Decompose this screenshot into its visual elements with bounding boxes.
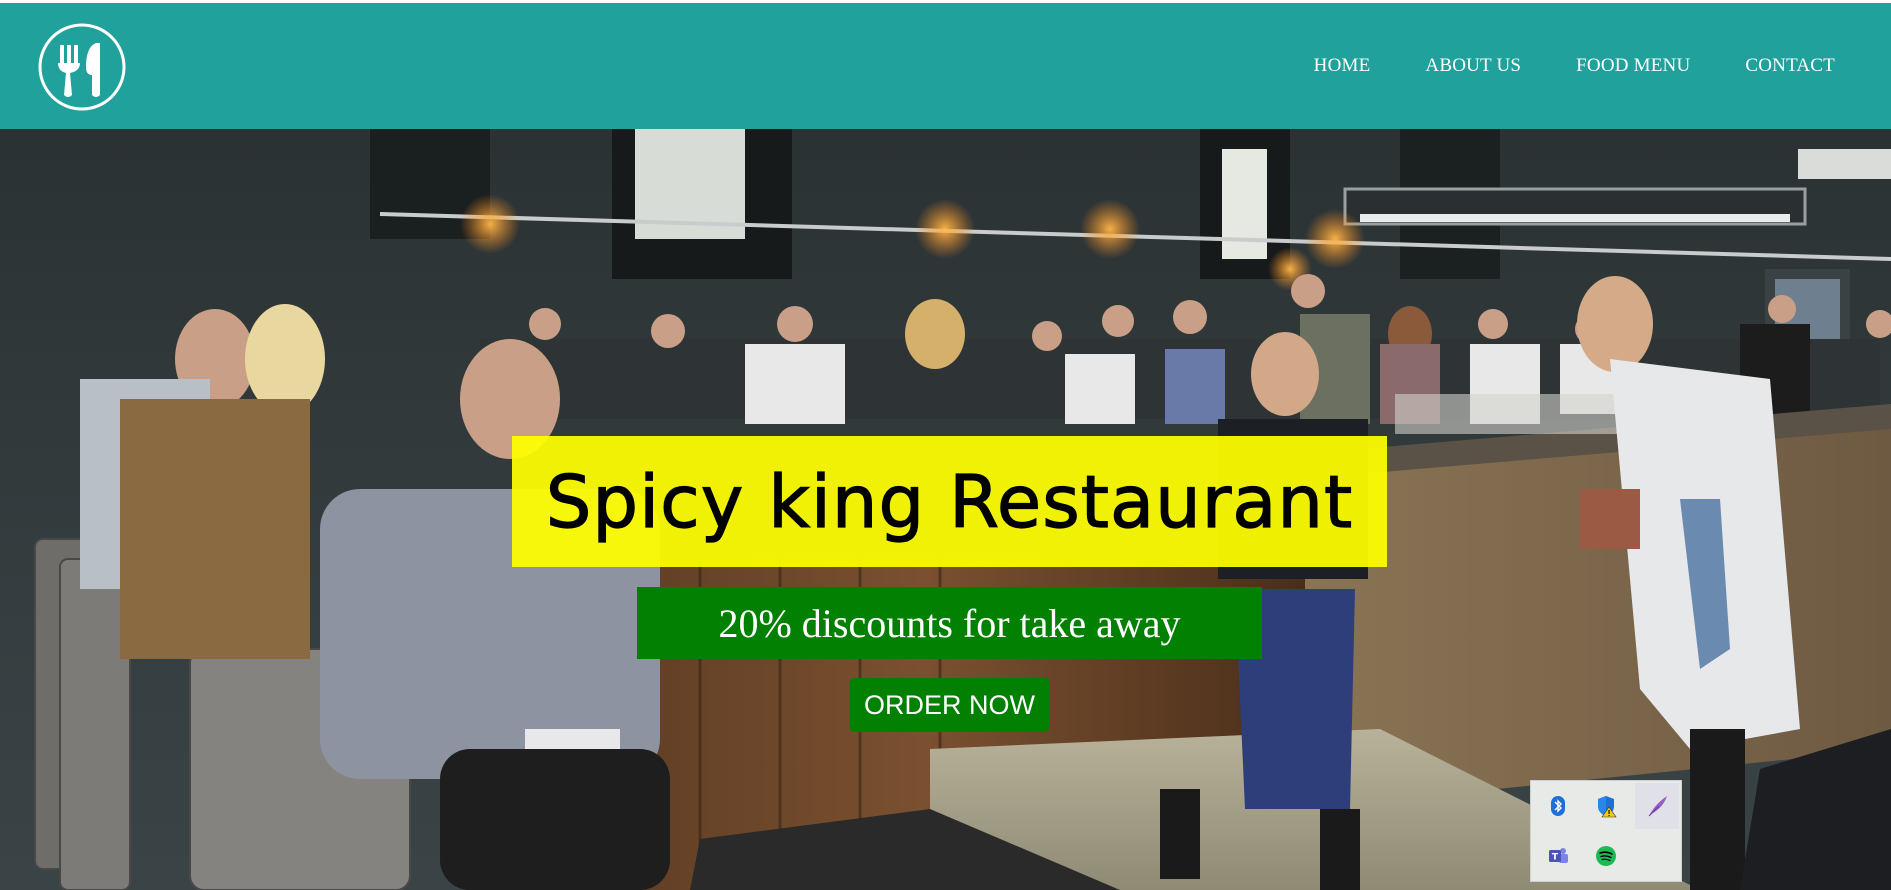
svg-text:T: T <box>1552 853 1559 863</box>
main-navigation: HOME ABOUT US FOOD MENU CONTACT <box>1314 55 1835 77</box>
nav-contact-link[interactable]: CONTACT <box>1745 55 1835 77</box>
spotify-icon[interactable] <box>1591 841 1621 871</box>
feather-pen-icon[interactable] <box>1635 783 1679 829</box>
order-now-button[interactable]: ORDER NOW <box>850 678 1049 732</box>
teams-icon[interactable]: T <box>1543 841 1573 871</box>
nav-home-link[interactable]: HOME <box>1314 55 1371 77</box>
hero-title-banner: Spicy king Restaurant <box>512 436 1387 567</box>
bluetooth-icon[interactable] <box>1543 791 1573 821</box>
discount-text: 20% discounts for take away <box>718 600 1181 646</box>
navbar: HOME ABOUT US FOOD MENU CONTACT <box>0 3 1891 129</box>
discount-banner: 20% discounts for take away <box>637 587 1262 659</box>
system-tray-overflow-popup: T <box>1530 780 1682 882</box>
logo-fork-knife-icon[interactable] <box>38 23 126 111</box>
nav-about-us-link[interactable]: ABOUT US <box>1425 55 1521 77</box>
nav-food-menu-link[interactable]: FOOD MENU <box>1576 55 1690 77</box>
page: HOME ABOUT US FOOD MENU CONTACT Spicy ki… <box>0 0 1891 890</box>
hero-title: Spicy king Restaurant <box>545 459 1354 544</box>
security-warning-icon[interactable] <box>1591 791 1621 821</box>
